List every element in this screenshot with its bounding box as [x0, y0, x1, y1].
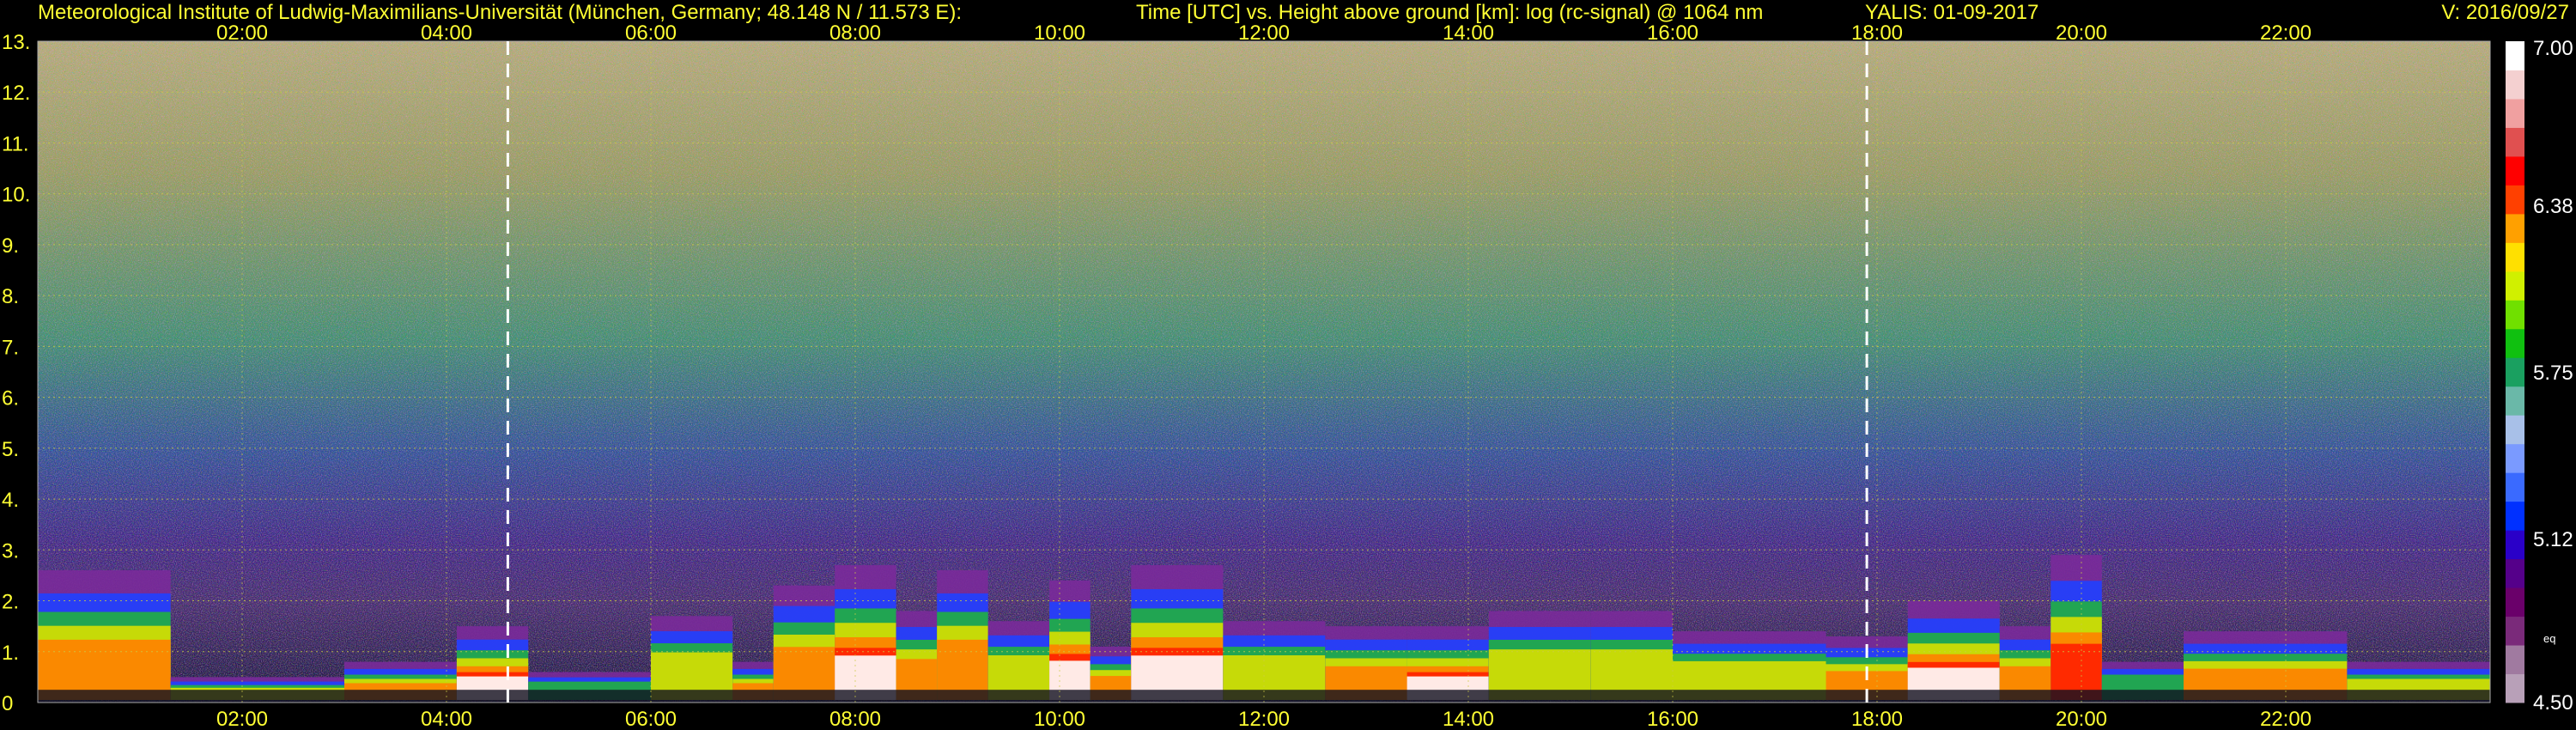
colorbar-swatch — [2506, 530, 2524, 560]
x-tick-label-bottom: 04:00 — [421, 708, 472, 730]
colorbar-swatch — [2506, 415, 2524, 445]
colorbar-swatch — [2506, 357, 2524, 387]
y-tick-label: 5. — [2, 438, 19, 461]
colorbar-swatch — [2506, 155, 2524, 186]
colorbar-swatch — [2506, 41, 2524, 70]
y-tick-label: 6. — [2, 387, 19, 411]
colorbar-note: eq — [2543, 632, 2555, 645]
colorbar-swatch — [2506, 616, 2524, 646]
y-tick-label: 11. — [2, 132, 29, 155]
colorbar-swatch — [2506, 645, 2524, 675]
x-tick-label-top: 14:00 — [1443, 21, 1494, 45]
x-tick-label-top: 02:00 — [216, 21, 268, 45]
colorbar-swatch — [2506, 185, 2524, 215]
colorbar-swatch — [2506, 70, 2524, 100]
y-tick-label: 2. — [2, 591, 19, 614]
colorbar-tick-label: 7.00 — [2533, 37, 2573, 60]
y-tick-label: 12. — [2, 82, 30, 105]
y-tick-label: 13. — [2, 31, 30, 54]
colorbar-swatch — [2506, 328, 2524, 358]
colorbar-tick-label: 5.75 — [2533, 362, 2573, 385]
x-tick-label-bottom: 20:00 — [2056, 708, 2107, 730]
x-tick-label-top: 08:00 — [829, 21, 881, 45]
colorbar-swatch — [2506, 127, 2524, 157]
y-tick-label: 1. — [2, 642, 19, 665]
y-tick-label: 3. — [2, 539, 19, 563]
colorbar-swatch — [2506, 386, 2524, 416]
x-tick-label-bottom: 08:00 — [829, 708, 881, 730]
colorbar-swatch — [2506, 443, 2524, 473]
colorbar-swatch — [2506, 242, 2524, 272]
x-tick-label-top: 06:00 — [625, 21, 677, 45]
lidar-chart: 0 1. 2. 3. 4. 5. 6. 7. 8. 9. 10. 11. 12. 13. 02:00 02:… — [2, 21, 2573, 730]
x-tick-label-bottom: 16:00 — [1647, 708, 1698, 730]
x-tick-label-bottom: 12:00 — [1238, 708, 1290, 730]
x-tick-label-bottom: 02:00 — [216, 708, 268, 730]
y-axis: 0 1. 2. 3. 4. 5. 6. 7. 8. 9. 10. 11. 12. 13. — [2, 31, 30, 715]
colorbar-swatch — [2506, 271, 2524, 301]
x-tick-label-bottom: 06:00 — [625, 708, 677, 730]
y-tick-label: 0 — [2, 692, 13, 715]
colorbar-swatch — [2506, 558, 2524, 588]
y-tick-label: 8. — [2, 285, 19, 308]
x-tick-label-top: 16:00 — [1647, 21, 1698, 45]
y-tick-label: 7. — [2, 336, 19, 359]
x-tick-label-bottom: 14:00 — [1443, 708, 1494, 730]
colorbar-swatch — [2506, 673, 2524, 703]
x-tick-label-bottom: 10:00 — [1034, 708, 1085, 730]
x-tick-label-bottom: 22:00 — [2260, 708, 2312, 730]
colorbar: 7.00 6.38 5.75 5.12 4.50 eq — [2506, 37, 2573, 715]
x-tick-label-top: 04:00 — [421, 21, 472, 45]
colorbar-swatch — [2506, 98, 2524, 128]
y-tick-label: 4. — [2, 489, 19, 512]
x-tick-label-top: 12:00 — [1238, 21, 1290, 45]
colorbar-tick-label: 5.12 — [2533, 528, 2573, 551]
y-tick-label: 9. — [2, 234, 19, 258]
colorbar-swatch — [2506, 501, 2524, 531]
colorbar-swatch — [2506, 300, 2524, 330]
x-tick-label-top: 22:00 — [2260, 21, 2312, 45]
x-tick-label-top: 10:00 — [1034, 21, 1085, 45]
colorbar-tick-label: 4.50 — [2533, 691, 2573, 715]
colorbar-swatch — [2506, 472, 2524, 502]
colorbar-swatch — [2506, 213, 2524, 243]
x-tick-label-bottom: 18:00 — [1851, 708, 1903, 730]
x-tick-label-top: 18:00 — [1851, 21, 1903, 45]
y-tick-label: 10. — [2, 184, 30, 207]
colorbar-swatch — [2506, 587, 2524, 617]
colorbar-tick-label: 6.38 — [2533, 195, 2573, 218]
x-tick-label-top: 20:00 — [2056, 21, 2107, 45]
